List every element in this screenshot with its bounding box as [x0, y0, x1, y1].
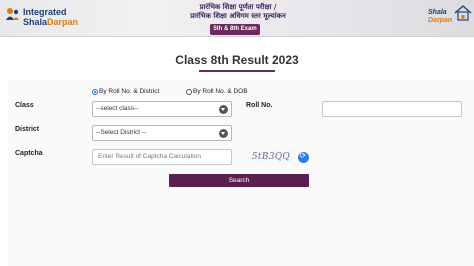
page-title: Class 8th Result 2023: [175, 53, 299, 67]
radio-roll-dob-label: By Roll No. & DOB: [193, 88, 248, 95]
chevron-down-icon: [219, 105, 228, 114]
captcha-input[interactable]: Enter Result of Captcha Calculation: [92, 149, 232, 165]
exam-badge: 5th & 8th Exam: [210, 24, 260, 35]
roll-no-input[interactable]: [322, 101, 462, 117]
logo-right-line1: Shala: [428, 9, 447, 16]
refresh-captcha-icon[interactable]: [298, 151, 309, 163]
radio-unselected-icon[interactable]: [186, 88, 192, 95]
header-banner: Integrated ShalaDarpan प्रारंभिक शिक्षा …: [0, 0, 474, 37]
exam-hindi-title: प्रारंभिक शिक्षा पूर्णता परीक्षा / प्रार…: [148, 3, 328, 21]
person-icon: [6, 8, 19, 20]
district-select-value: --Select District --: [96, 129, 147, 136]
radio-roll-district-label: By Roll No. & District: [99, 88, 160, 95]
radio-selected-icon[interactable]: [92, 88, 98, 95]
search-button[interactable]: Search: [169, 174, 309, 187]
roll-no-label: Roll No.: [246, 102, 273, 109]
logo-right-line2: Darpan: [428, 17, 453, 24]
shaladarpan-logo[interactable]: Shala Darpan: [428, 3, 472, 35]
class-label: Class: [15, 102, 34, 109]
class-select-value: --select class--: [96, 105, 139, 112]
hindi-line2: प्रारंभिक शिक्षा अधिगम स्तर मूल्यांकन: [190, 12, 286, 20]
captcha-label: Captcha: [15, 150, 43, 157]
radio-roll-dob[interactable]: By Roll No. & DOB: [186, 88, 248, 95]
hindi-line1: प्रारंभिक शिक्षा पूर्णता परीक्षा /: [199, 3, 277, 11]
logo-line2: ShalaDarpan: [23, 17, 79, 27]
title-underline: [199, 70, 275, 72]
house-icon: [454, 5, 472, 21]
class-select[interactable]: --select class--: [92, 101, 232, 117]
chevron-down-icon: [219, 129, 228, 138]
logo-line1: Integrated: [23, 7, 67, 17]
captcha-image: 5tB3QQ: [246, 149, 296, 165]
district-label: District: [15, 126, 40, 133]
radio-roll-district[interactable]: By Roll No. & District: [92, 88, 159, 95]
district-select[interactable]: --Select District --: [92, 125, 232, 141]
